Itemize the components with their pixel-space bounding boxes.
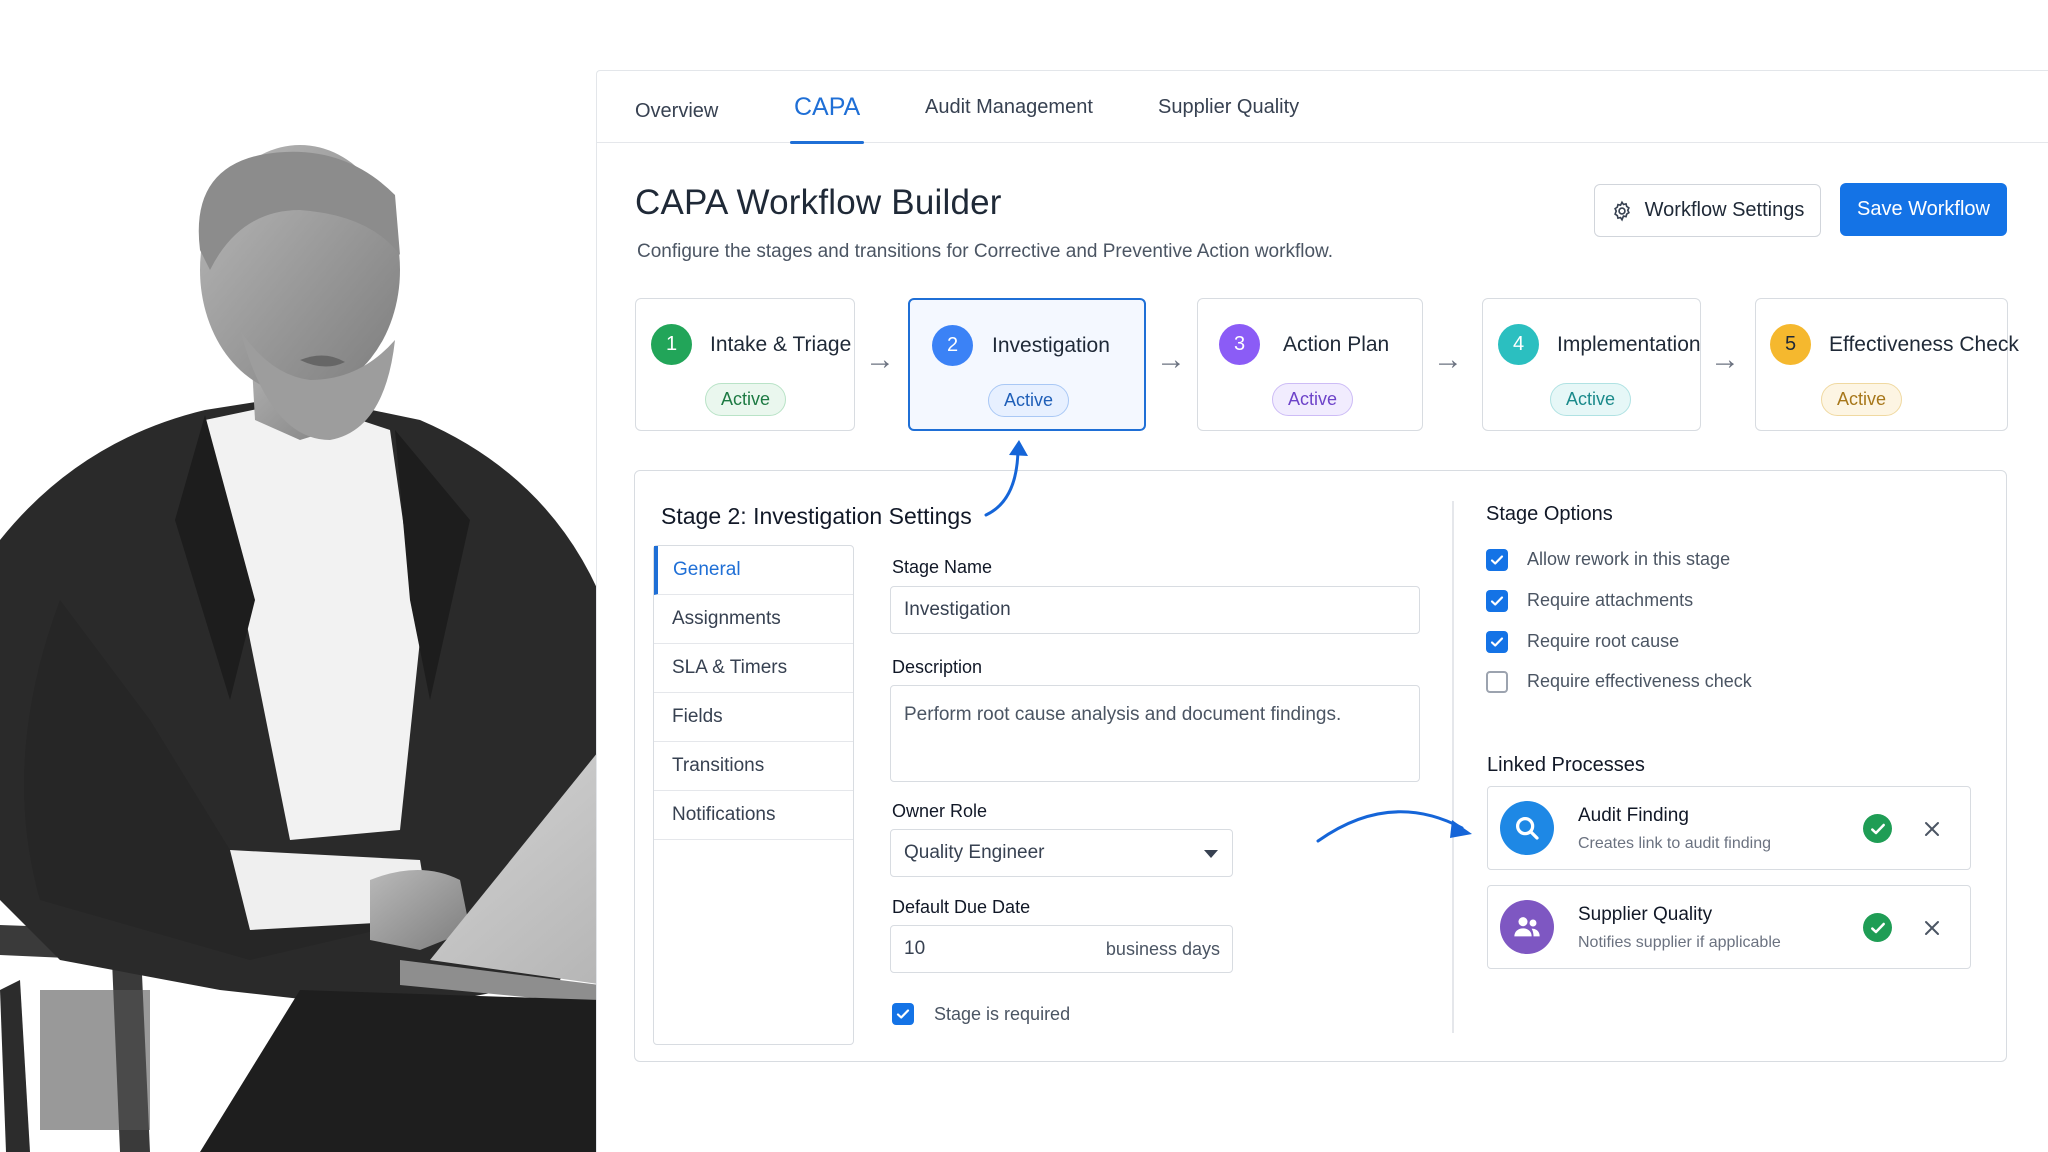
- require-effectiveness-check-checkbox[interactable]: [1486, 671, 1508, 693]
- check-circle-icon: [1863, 913, 1892, 942]
- stage-number-badge: 2: [932, 325, 973, 366]
- tab-supplier-quality[interactable]: Supplier Quality: [1158, 71, 1299, 143]
- stage-status-badge: Active: [988, 384, 1070, 417]
- owner-role-value: Quality Engineer: [904, 842, 1045, 863]
- stage-status-badge: Active: [705, 383, 787, 416]
- require-root-cause-checkbox[interactable]: [1486, 631, 1508, 653]
- tab-bar: Overview CAPA Audit Management Supplier …: [597, 71, 2048, 144]
- check-icon: [1490, 596, 1504, 606]
- subnav-item-assignments[interactable]: Assignments: [654, 595, 853, 644]
- settings-title: Stage 2: Investigation Settings: [661, 503, 972, 529]
- vertical-divider: [1452, 501, 1454, 1033]
- stage-card-effectiveness-check[interactable]: 5 Effectiveness Check Active: [1755, 298, 2019, 431]
- stage-name-input[interactable]: Investigation: [890, 586, 1420, 634]
- stage-settings-card: Stage 2: Investigation Settings General …: [634, 470, 2007, 1062]
- subnav-item-transitions[interactable]: Transitions: [654, 742, 853, 791]
- check-icon: [1490, 637, 1504, 647]
- close-icon[interactable]: [1917, 913, 1946, 942]
- arrow-right-icon: →: [1156, 343, 1186, 376]
- arrow-right-icon: →: [865, 343, 895, 376]
- settings-subnav: General Assignments SLA & Timers Fields …: [653, 545, 854, 1045]
- stage-status-badge: Active: [1272, 383, 1354, 416]
- linked-processes-title: Linked Processes: [1487, 754, 1645, 776]
- default-due-date-suffix: business days: [1105, 939, 1220, 959]
- stage-card-implementation[interactable]: 4 Implementation Active: [1482, 298, 1701, 431]
- page-subtitle: Configure the stages and transitions for…: [637, 241, 1333, 262]
- close-icon[interactable]: [1917, 814, 1946, 843]
- stage-number-badge: 5: [1770, 324, 1811, 365]
- description-value: Perform root cause analysis and document…: [904, 704, 1342, 725]
- subnav-item-sla-timers[interactable]: SLA & Timers: [654, 644, 853, 693]
- allow-rework-checkbox[interactable]: [1486, 549, 1508, 571]
- default-due-date-input[interactable]: 10 business days: [890, 925, 1233, 973]
- description-textarea[interactable]: Perform root cause analysis and document…: [890, 685, 1420, 782]
- save-workflow-button[interactable]: Save Workflow: [1840, 183, 2007, 236]
- page-title: CAPA Workflow Builder: [635, 183, 1002, 222]
- gear-icon: [1613, 200, 1630, 221]
- linked-process-supplier-quality[interactable]: Supplier Quality Notifies supplier if ap…: [1487, 885, 1971, 969]
- stage-name: Investigation: [992, 334, 1110, 357]
- owner-role-select[interactable]: Quality Engineer: [890, 829, 1233, 877]
- search-icon: [1500, 801, 1554, 855]
- tab-audit-management[interactable]: Audit Management: [925, 71, 1093, 143]
- chevron-down-icon: [1204, 850, 1218, 858]
- allow-rework-label: Allow rework in this stage: [1527, 549, 1731, 569]
- require-attachments-checkbox[interactable]: [1486, 590, 1508, 612]
- stage-options-title: Stage Options: [1486, 503, 1613, 525]
- linked-process-description: Notifies supplier if applicable: [1578, 934, 1781, 951]
- check-icon: [896, 1009, 910, 1019]
- arrow-right-icon: →: [1433, 343, 1463, 376]
- owner-role-label: Owner Role: [892, 801, 988, 821]
- linked-process-name: Audit Finding: [1578, 805, 1689, 826]
- default-due-date-label: Default Due Date: [892, 897, 1031, 917]
- stage-status-badge: Active: [1821, 383, 1903, 416]
- default-due-date-value: 10: [904, 938, 926, 959]
- workflow-settings-button[interactable]: Workflow Settings: [1594, 184, 1821, 237]
- stage-name: Implementation: [1557, 333, 1701, 356]
- require-root-cause-label: Require root cause: [1527, 631, 1680, 651]
- description-label: Description: [892, 657, 983, 677]
- stage-name-value: Investigation: [904, 599, 1011, 620]
- linked-process-name: Supplier Quality: [1578, 904, 1713, 925]
- check-circle-icon: [1863, 814, 1892, 843]
- stage-status-badge: Active: [1550, 383, 1632, 416]
- linked-process-description: Creates link to audit finding: [1578, 835, 1771, 852]
- stage-name: Effectiveness Check: [1829, 333, 2019, 356]
- stage-number-badge: 3: [1219, 324, 1260, 365]
- stage-number-badge: 4: [1498, 324, 1539, 365]
- stage-required-checkbox[interactable]: [892, 1003, 914, 1025]
- stage-card-action-plan[interactable]: 3 Action Plan Active: [1197, 298, 1423, 431]
- stage-card-investigation[interactable]: 2 Investigation Active: [908, 298, 1146, 431]
- tab-overview[interactable]: Overview: [635, 75, 718, 147]
- app-panel: Overview CAPA Audit Management Supplier …: [596, 70, 2048, 1152]
- linked-process-audit-finding[interactable]: Audit Finding Creates link to audit find…: [1487, 786, 1971, 870]
- users-icon: [1500, 900, 1554, 954]
- require-effectiveness-check-label: Require effectiveness check: [1527, 671, 1752, 691]
- stage-required-label: Stage is required: [934, 1004, 1071, 1024]
- stage-name: Intake & Triage: [710, 333, 852, 356]
- subnav-item-notifications[interactable]: Notifications: [654, 791, 853, 840]
- arrow-right-icon: →: [1710, 343, 1740, 376]
- stage-name-label: Stage Name: [892, 557, 993, 577]
- require-attachments-label: Require attachments: [1527, 590, 1694, 610]
- check-icon: [1490, 555, 1504, 565]
- subnav-item-general[interactable]: General: [654, 546, 853, 595]
- save-workflow-label: Save Workflow: [1856, 198, 1990, 220]
- stage-name: Action Plan: [1283, 333, 1390, 356]
- stage-card-intake-triage[interactable]: 1 Intake & Triage Active: [635, 298, 855, 431]
- subnav-item-fields[interactable]: Fields: [654, 693, 853, 742]
- tab-capa[interactable]: CAPA: [789, 71, 865, 144]
- workflow-settings-label: Workflow Settings: [1644, 199, 1805, 221]
- stage-number-badge: 1: [651, 324, 692, 365]
